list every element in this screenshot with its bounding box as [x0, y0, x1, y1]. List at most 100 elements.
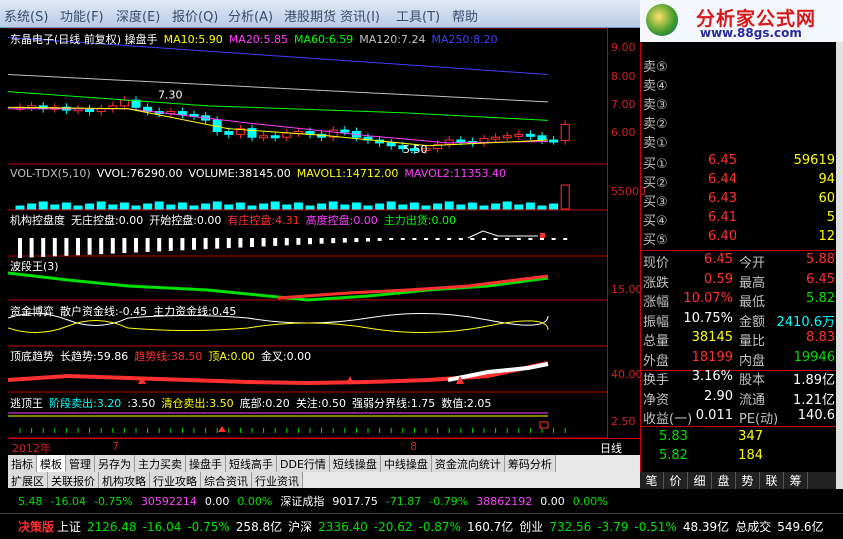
- volume-bar: [317, 203, 327, 210]
- inst-bar: [250, 238, 254, 247]
- volume-bar: [491, 203, 501, 210]
- volume-bar: [96, 201, 106, 210]
- tab-item[interactable]: 资金流向统计: [431, 455, 505, 472]
- ext-tab-item[interactable]: 综合资讯: [201, 472, 252, 488]
- scrollbar[interactable]: [836, 42, 843, 489]
- panel-tab[interactable]: 联: [760, 472, 784, 489]
- title-item: MA120:7.24: [359, 33, 426, 46]
- tab-item[interactable]: 主力买卖: [135, 455, 186, 472]
- volume-bar: [108, 204, 118, 210]
- candle-body: [525, 133, 535, 137]
- inst-bar: [470, 238, 475, 240]
- bid-price: 6.45: [708, 153, 737, 168]
- bid-row: 买③ 6.43 60: [641, 191, 837, 210]
- panel-tab[interactable]: 细: [688, 472, 712, 489]
- ma60-line: [8, 91, 549, 121]
- bid-price: 6.41: [708, 210, 737, 225]
- status-item[interactable]: 决策版: [18, 518, 54, 535]
- tab-item[interactable]: 中线操盘: [380, 455, 432, 472]
- ticker-item: -71.87: [385, 494, 422, 508]
- period-label[interactable]: 日线: [600, 440, 622, 456]
- status-item: 549.6亿: [777, 520, 824, 534]
- title-item: VOL-TDX(5,10): [10, 167, 91, 180]
- panel-tab[interactable]: 笔: [640, 472, 664, 489]
- panel-divider: [641, 426, 837, 427]
- tab-item[interactable]: 操盘手: [186, 455, 226, 472]
- ext-tab-item[interactable]: 行业攻略: [150, 472, 201, 488]
- ticker-item: 0.00%: [237, 494, 273, 508]
- fund-line-2: [8, 320, 549, 334]
- volume-bar: [328, 201, 338, 210]
- volume-bar: [363, 205, 373, 210]
- menu-function[interactable]: 功能(F): [60, 6, 116, 25]
- inst-bar: [215, 238, 220, 249]
- menu-analysis[interactable]: 分析(A): [228, 6, 284, 25]
- stat-value: 2410.6万: [776, 314, 836, 330]
- axis-label-8: 8.00: [611, 70, 636, 83]
- ext-tab-item[interactable]: 关联报价: [48, 472, 99, 488]
- volume-bar: [143, 203, 153, 210]
- candle-body: [456, 139, 466, 143]
- ask-label: 卖⑤: [643, 60, 668, 75]
- axis-label-wave: 15.00: [611, 283, 643, 296]
- volume-bar: [270, 201, 280, 210]
- top-title: 顶底趋势 长趋势:59.86 趋势线:38.50 顶A:0.00 金叉:0.00: [10, 348, 317, 364]
- volume-bar: [433, 203, 443, 210]
- menu-hk-futures[interactable]: 港股期货: [284, 6, 340, 25]
- title-item: 波段王(3): [10, 260, 59, 273]
- tab-item[interactable]: DDE行情: [277, 455, 330, 472]
- bid-label: 买⑤: [643, 233, 668, 248]
- panel-tab[interactable]: 筹: [784, 472, 808, 489]
- status-item: 258.8亿: [235, 520, 283, 534]
- stat-label: 流通: [739, 392, 766, 408]
- inst-bar: [238, 238, 243, 248]
- bid-row: 买⑤ 6.40 12: [641, 229, 837, 248]
- volume-bar: [177, 202, 187, 210]
- stat-row: 振幅 10.75% 金额 2410.6万: [641, 311, 837, 330]
- status-item: 48.39亿: [682, 520, 730, 534]
- candle-body: [119, 99, 129, 107]
- trend-mark: [346, 376, 354, 384]
- inst-bar: [52, 238, 57, 257]
- tab-item[interactable]: 指标: [8, 455, 37, 472]
- ext-tab-item[interactable]: 机构攻略: [99, 472, 150, 488]
- status-item: 160.7亿: [466, 520, 514, 534]
- menu-tools[interactable]: 工具(T): [396, 6, 452, 25]
- stat-row: 收益(一) 0.011 PE(动) 140.6: [641, 408, 837, 427]
- panel-tab[interactable]: 盘: [712, 472, 736, 489]
- x-axis: 2012年 7 8 日线: [8, 438, 640, 456]
- tick-volume: 184: [738, 448, 763, 463]
- panel-tab[interactable]: 势: [736, 472, 760, 489]
- inst-bar: [192, 238, 196, 250]
- stat-label: 最高: [739, 275, 766, 291]
- menu-system[interactable]: 系统(S): [4, 6, 60, 25]
- inst-bar: [540, 238, 544, 240]
- tab-item[interactable]: 模板: [37, 455, 66, 472]
- menu-help[interactable]: 帮助: [452, 6, 508, 25]
- ext-tab-item[interactable]: 扩展区: [8, 472, 48, 488]
- tab-item[interactable]: 短线操盘: [329, 455, 381, 472]
- volume-bar: [293, 202, 303, 210]
- ask-label: 卖①: [643, 136, 668, 151]
- panel-tab[interactable]: 价: [664, 472, 688, 489]
- brand-url: www.88gs.com: [700, 26, 802, 40]
- ext-tab-item[interactable]: 行业资讯: [252, 472, 303, 488]
- menu-depth[interactable]: 深度(E): [116, 6, 172, 25]
- volume-bar: [166, 204, 176, 210]
- status-item: 创业: [519, 520, 544, 534]
- menu-quote[interactable]: 报价(Q): [172, 6, 228, 25]
- menu-info[interactable]: 资讯(I): [340, 6, 396, 25]
- vol-title: VOL-TDX(5,10) VVOL:76290.00 VOLUME:38145.0…: [10, 167, 512, 180]
- kline-chart[interactable]: 7.30 5.50: [8, 28, 607, 438]
- volume-bar: [224, 204, 234, 210]
- status-item: 2336.40: [318, 519, 368, 534]
- status-bar: 决策版 上证 2126.48 -16.04 -0.75% 258.8亿 沪深 2336.40-…: [0, 513, 843, 539]
- stat-label: 最低: [739, 295, 766, 310]
- tab-item[interactable]: 另存为: [95, 455, 135, 472]
- title-item: 阶段卖出:3.20: [49, 397, 122, 410]
- inst-bar: [29, 238, 34, 258]
- tab-item[interactable]: 短线高手: [226, 455, 277, 472]
- stat-value: 1.21亿: [793, 392, 835, 408]
- tab-item[interactable]: 筹码分析: [504, 455, 556, 472]
- tab-item[interactable]: 管理: [66, 455, 95, 472]
